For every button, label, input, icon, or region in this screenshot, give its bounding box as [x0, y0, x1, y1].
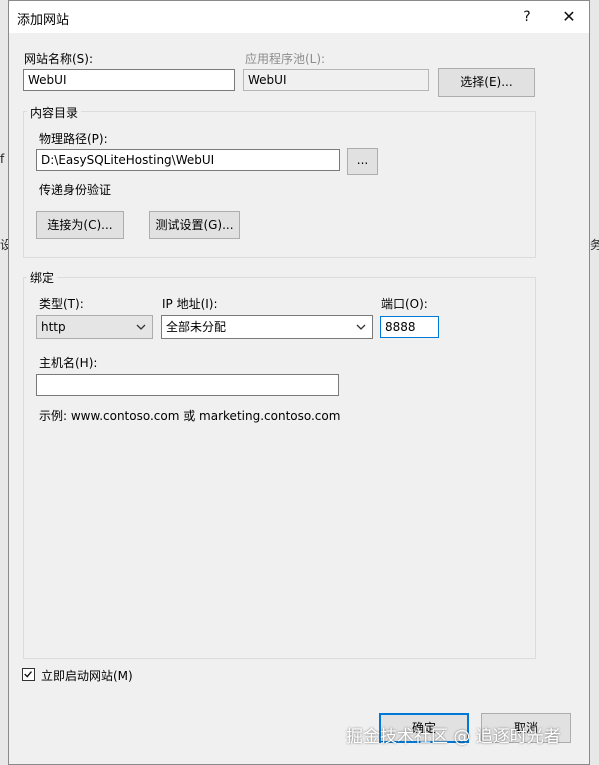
app-pool-field: WebUI — [243, 69, 429, 91]
port-label: 端口(O): — [381, 297, 428, 311]
binding-type-select[interactable]: http — [36, 315, 153, 339]
background-window-right — [589, 0, 599, 765]
site-name-input[interactable]: WebUI — [23, 69, 235, 91]
checkmark-icon — [24, 671, 32, 678]
host-name-input[interactable] — [36, 374, 339, 396]
physical-path-label: 物理路径(P): — [39, 132, 108, 146]
background-fragment: 务 — [590, 238, 599, 252]
add-website-dialog: 添加网站 ? ✕ 网站名称(S): WebUI 应用程序池(L): WebUI … — [8, 0, 590, 765]
ip-address-select[interactable]: 全部未分配 — [161, 315, 373, 339]
chevron-down-icon — [356, 324, 366, 330]
physical-path-input[interactable]: D:\EasySQLiteHosting\WebUI — [36, 149, 340, 171]
help-icon[interactable]: ? — [512, 5, 542, 29]
app-pool-label: 应用程序池(L): — [245, 52, 326, 66]
test-settings-button[interactable]: 测试设置(G)... — [149, 211, 240, 239]
start-site-label: 立即启动网站(M) — [41, 669, 133, 683]
browse-path-button[interactable]: ... — [347, 148, 378, 175]
ip-address-label: IP 地址(I): — [162, 297, 218, 311]
example-text: 示例: www.contoso.com 或 marketing.contoso.… — [39, 409, 341, 423]
content-directory-title: 内容目录 — [27, 104, 82, 121]
close-icon[interactable]: ✕ — [554, 5, 584, 29]
connect-as-button[interactable]: 连接为(C)... — [36, 211, 124, 239]
title-bar: 添加网站 ? ✕ — [9, 1, 589, 33]
binding-title: 绑定 — [27, 269, 58, 286]
watermark-text: 掘金技术社区 @ 追逐时光者 — [346, 727, 561, 747]
host-name-label: 主机名(H): — [39, 356, 98, 370]
chevron-down-icon — [136, 324, 146, 330]
pass-through-auth-label: 传递身份验证 — [39, 183, 112, 197]
ip-address-value: 全部未分配 — [166, 320, 227, 334]
dialog-title: 添加网站 — [17, 13, 70, 28]
select-app-pool-button[interactable]: 选择(E)... — [438, 68, 535, 97]
binding-type-value: http — [41, 320, 66, 334]
site-name-label: 网站名称(S): — [24, 52, 94, 66]
background-fragment: f — [0, 152, 5, 166]
start-site-checkbox[interactable] — [22, 668, 35, 681]
port-input[interactable]: 8888 — [380, 316, 439, 338]
type-label: 类型(T): — [39, 297, 84, 311]
